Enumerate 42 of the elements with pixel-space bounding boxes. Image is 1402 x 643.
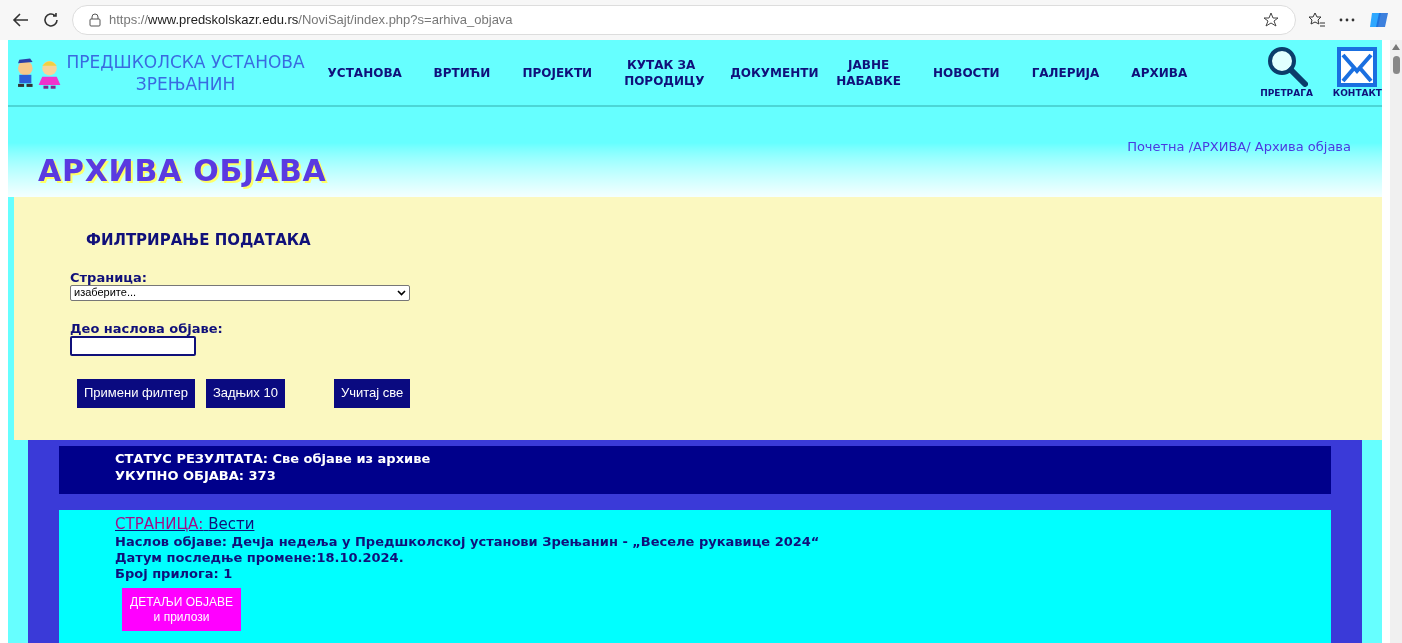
search-link[interactable]: ПРЕТРАГА (1260, 44, 1313, 101)
field-label: Страница: (70, 269, 148, 285)
scrollbar[interactable] (1390, 40, 1402, 643)
scroll-thumb[interactable] (1392, 56, 1400, 74)
site-title[interactable]: ПРЕДШКОЛСКА УСТАНОВА (66, 50, 305, 73)
envelope-icon (1337, 46, 1378, 87)
status-text: СТАТУС РЕЗУЛТАТА: Све објаве из архиве (115, 450, 432, 467)
address-bar[interactable]: https://www.predskolskazr.edu.rs/NoviSajt/index.php?s=arhiva_objava (72, 5, 1296, 35)
chevron-icon (397, 289, 406, 296)
post-date: Датум последње промене:18.10.2024. (115, 550, 405, 566)
lock-icon (89, 13, 101, 27)
contact-link[interactable]: КОНТАКТ (1332, 46, 1382, 101)
breadcrumb[interactable]: Почетна /АРХИВА/ Архива објава (1127, 137, 1351, 157)
nav-link[interactable]: ЈАВНЕ НАБАВКЕ (823, 56, 915, 89)
nav-link[interactable]: УСТАНОВА (314, 64, 415, 81)
page-link[interactable]: СТРАНИЦА: Вести (115, 515, 255, 533)
site-title[interactable]: ЗРЕЊАНИН (135, 72, 236, 95)
page-select[interactable]: изаберите... (70, 284, 410, 301)
filter-heading: ФИЛТРИРАЊЕ ПОДАТАКА (86, 230, 312, 251)
title-input[interactable] (70, 335, 196, 356)
nav-link[interactable]: ДОКУМЕНТИ (717, 64, 818, 81)
nav-link[interactable]: ПРОЈЕКТИ (509, 64, 606, 81)
nav-link[interactable]: АРХИВА (1118, 64, 1201, 81)
search-icon (1265, 44, 1308, 87)
nav-link[interactable]: КУТАК ЗА ПОРОДИЦУ (611, 56, 712, 89)
nav-link[interactable]: ГАЛЕРИЈА (1018, 64, 1113, 81)
post-title: Наслов објаве: Дечја недеља у Предшколској установи Зрењанин - „Веселе рукавице 2024“ (115, 534, 821, 550)
total-count: УКУПНО ОБЈАВА: 373 (115, 467, 277, 484)
filter-button[interactable]: Примени филтер (77, 378, 195, 408)
nav-link[interactable]: ВРТИЋИ (420, 64, 504, 81)
favorites-icon[interactable] (1308, 11, 1326, 29)
attachment-count: Број прилога: 1 (115, 566, 234, 582)
page-title: АРХИВА ОБЈАВА (38, 152, 327, 190)
back-icon[interactable] (12, 11, 30, 29)
scroll-up-icon[interactable] (1392, 44, 1400, 50)
filter-button[interactable]: Задњих 10 (205, 378, 285, 408)
filter-button[interactable]: Учитај све (333, 378, 411, 408)
url-text: https://www.predskolskazr.edu.rs/NoviSajt/index.php?s=arhiva_objava (109, 11, 513, 30)
reload-icon[interactable] (42, 11, 60, 29)
field-label: Део наслова објаве: (70, 320, 224, 336)
nav-link[interactable]: НОВОСТИ (920, 64, 1013, 81)
star-icon[interactable] (1263, 12, 1279, 28)
